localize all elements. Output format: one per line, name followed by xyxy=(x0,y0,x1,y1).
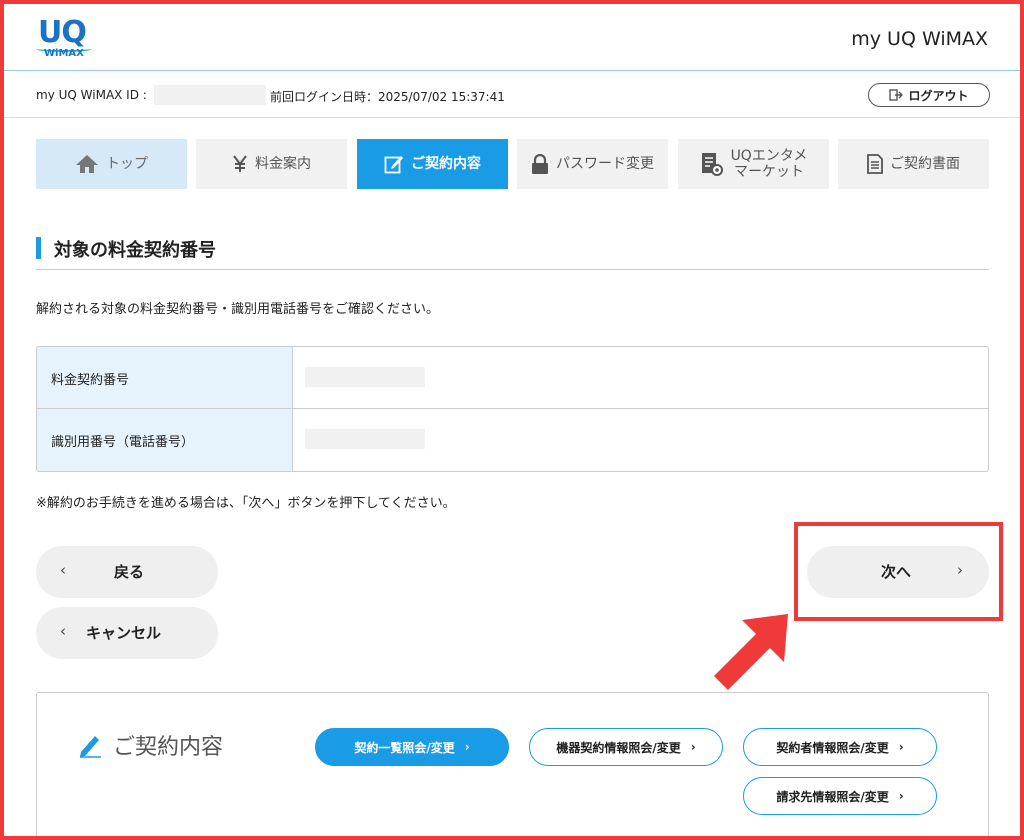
tab-password-change[interactable]: パスワード変更 xyxy=(517,139,668,189)
tab-contract-documents[interactable]: ご契約書面 xyxy=(838,139,989,189)
document-icon xyxy=(867,154,883,174)
tab-pricing[interactable]: 料金案内 xyxy=(196,139,347,189)
chevron-right-icon: › xyxy=(464,740,470,754)
chevron-right-icon: › xyxy=(898,740,904,754)
billing-info-inquiry-label: 請求先情報照会/変更 xyxy=(776,789,889,804)
panel-title: ご契約内容 xyxy=(77,729,223,761)
tab-uq-entame-market-label: UQエンタメ マーケット xyxy=(730,148,808,180)
account-info-bar: my UQ WiMAX ID : 前回ログイン日時：2025/07/02 15:… xyxy=(4,72,1020,118)
main-nav: トップ 料金案内 ご契約内容 パスワード変更 UQエンタメ マーケット ご契約書面 xyxy=(36,139,989,189)
billing-contract-number-value-masked xyxy=(305,367,425,387)
back-button[interactable]: ‹ 戻る xyxy=(36,546,218,598)
contract-info-table: 料金契約番号 識別用番号（電話番号） xyxy=(36,346,989,472)
contract-list-inquiry-button[interactable]: 契約一覧照会/変更 › xyxy=(315,728,509,766)
contractor-info-inquiry-label: 契約者情報照会/変更 xyxy=(776,740,889,755)
section-description: 解約される対象の料金契約番号・識別用電話番号をご確認ください。 xyxy=(36,302,440,317)
site-header: UQ WiMAX my UQ WiMAX xyxy=(4,4,1020,71)
identification-number-label: 識別用番号（電話番号） xyxy=(37,409,293,471)
cancel-button[interactable]: ‹ キャンセル xyxy=(36,607,218,659)
tab-contract-details[interactable]: ご契約内容 xyxy=(357,139,508,189)
site-title: my UQ WiMAX xyxy=(851,28,988,50)
identification-number-value-masked xyxy=(305,429,425,449)
section-heading: 対象の料金契約番号 xyxy=(36,236,989,270)
yen-icon xyxy=(233,155,247,172)
logout-button[interactable]: ログアウト xyxy=(868,83,990,107)
tab-top-label: トップ xyxy=(106,156,148,172)
document-gear-icon xyxy=(701,153,723,176)
id-label: my UQ WiMAX ID : xyxy=(36,88,147,102)
cancel-button-label: キャンセル xyxy=(86,624,162,642)
logo-uq-text: UQ xyxy=(38,15,87,50)
table-row: 識別用番号（電話番号） xyxy=(37,409,988,471)
edit-icon xyxy=(384,156,403,174)
section-title-text: 対象の料金契約番号 xyxy=(54,240,216,261)
next-button-highlight-box xyxy=(794,522,1003,621)
tab-top[interactable]: トップ xyxy=(36,139,187,189)
device-contract-inquiry-button[interactable]: 機器契約情報照会/変更 › xyxy=(529,728,723,766)
logo-wimax-text: WiMAX xyxy=(44,48,84,59)
billing-info-inquiry-button[interactable]: 請求先情報照会/変更 › xyxy=(743,777,937,815)
tab-contract-details-label: ご契約内容 xyxy=(411,156,481,172)
pointer-arrow-icon xyxy=(714,614,788,690)
id-value-masked xyxy=(154,85,266,105)
table-row: 料金契約番号 xyxy=(37,347,988,409)
device-contract-inquiry-label: 機器契約情報照会/変更 xyxy=(556,740,681,755)
logout-label: ログアウト xyxy=(908,88,969,103)
contract-list-inquiry-label: 契約一覧照会/変更 xyxy=(354,740,455,755)
panel-title-text: ご契約内容 xyxy=(113,735,224,760)
home-icon xyxy=(76,155,98,173)
contract-details-panel: ご契約内容 契約一覧照会/変更 › 機器契約情報照会/変更 › 契約者情報照会/… xyxy=(36,692,989,840)
tab-uq-entame-market[interactable]: UQエンタメ マーケット xyxy=(678,139,829,189)
tab-password-change-label: パスワード変更 xyxy=(556,156,654,172)
chevron-right-icon: › xyxy=(898,789,904,803)
logout-icon xyxy=(889,89,904,101)
chevron-left-icon: ‹ xyxy=(60,561,66,579)
tab-contract-documents-label: ご契約書面 xyxy=(890,156,960,172)
uq-wimax-logo[interactable]: UQ WiMAX xyxy=(36,15,98,64)
tab-pricing-label: 料金案内 xyxy=(255,156,311,172)
contractor-info-inquiry-button[interactable]: 契約者情報照会/変更 › xyxy=(743,728,937,766)
pencil-icon xyxy=(80,736,101,758)
last-login-text: 前回ログイン日時：2025/07/02 15:37:41 xyxy=(270,90,505,104)
back-button-label: 戻る xyxy=(114,563,145,581)
heading-accent-bar xyxy=(36,237,41,259)
lock-icon xyxy=(532,154,548,174)
chevron-left-icon: ‹ xyxy=(60,622,66,640)
billing-contract-number-label: 料金契約番号 xyxy=(37,347,293,408)
chevron-right-icon: › xyxy=(690,740,696,754)
instruction-note: ※解約のお手続きを進める場合は、「次へ」ボタンを押下してください。 xyxy=(36,496,456,511)
